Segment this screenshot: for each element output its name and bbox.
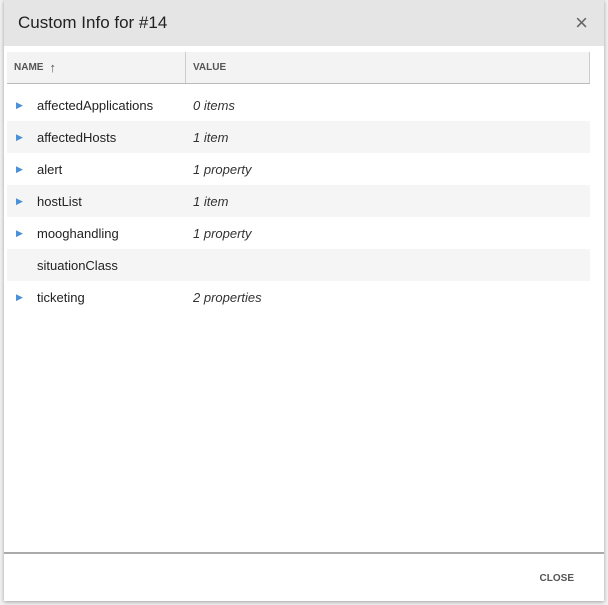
row-value: 1 item [193, 193, 229, 209]
table-header: NAME ↑ VALUE [7, 52, 590, 84]
expand-caret-icon[interactable]: ▶ [7, 132, 37, 143]
column-value-label: VALUE [193, 62, 227, 73]
row-name: alert [37, 161, 63, 177]
dialog-header: Custom Info for #14 × [4, 0, 604, 46]
table-row: situationClass [7, 249, 590, 281]
expand-caret-icon[interactable]: ▶ [7, 100, 37, 111]
table-row[interactable]: ▶ mooghandling 1 property [7, 217, 590, 249]
expand-caret-icon[interactable]: ▶ [7, 196, 37, 207]
dialog-footer: CLOSE [4, 552, 604, 601]
expand-caret-icon[interactable]: ▶ [7, 164, 37, 175]
sort-ascending-icon: ↑ [49, 60, 56, 75]
row-name: situationClass [37, 257, 118, 273]
custom-info-table: NAME ↑ VALUE ▶ affectedApplications 0 items… [7, 52, 590, 313]
row-name: hostList [37, 193, 82, 209]
table-row[interactable]: ▶ affectedHosts 1 item [7, 121, 590, 153]
close-icon[interactable]: × [575, 12, 588, 34]
row-name: ticketing [37, 289, 85, 305]
table-row[interactable]: ▶ affectedApplications 0 items [7, 89, 590, 121]
expand-caret-icon[interactable]: ▶ [7, 228, 37, 239]
column-header-value[interactable]: VALUE [186, 52, 226, 83]
row-value: 1 property [193, 161, 252, 177]
close-button[interactable]: CLOSE [540, 573, 574, 584]
table-body: ▶ affectedApplications 0 items ▶ affectedHos… [7, 89, 590, 313]
column-name-label: NAME [14, 62, 44, 73]
row-value: 0 items [193, 97, 235, 113]
custom-info-dialog: Custom Info for #14 × NAME ↑ VALUE ▶ affec… [4, 0, 604, 601]
row-name: affectedApplications [37, 97, 154, 113]
row-value: 1 item [193, 129, 229, 145]
expand-caret-icon[interactable]: ▶ [7, 292, 37, 303]
table-row[interactable]: ▶ alert 1 property [7, 153, 590, 185]
column-header-name[interactable]: NAME ↑ [7, 52, 186, 83]
row-name: affectedHosts [37, 129, 117, 145]
table-row[interactable]: ▶ hostList 1 item [7, 185, 590, 217]
row-value: 1 property [193, 225, 252, 241]
row-name: mooghandling [37, 225, 119, 241]
dialog-title: Custom Info for #14 [18, 13, 168, 32]
row-value: 2 properties [193, 289, 262, 305]
table-row[interactable]: ▶ ticketing 2 properties [7, 281, 590, 313]
